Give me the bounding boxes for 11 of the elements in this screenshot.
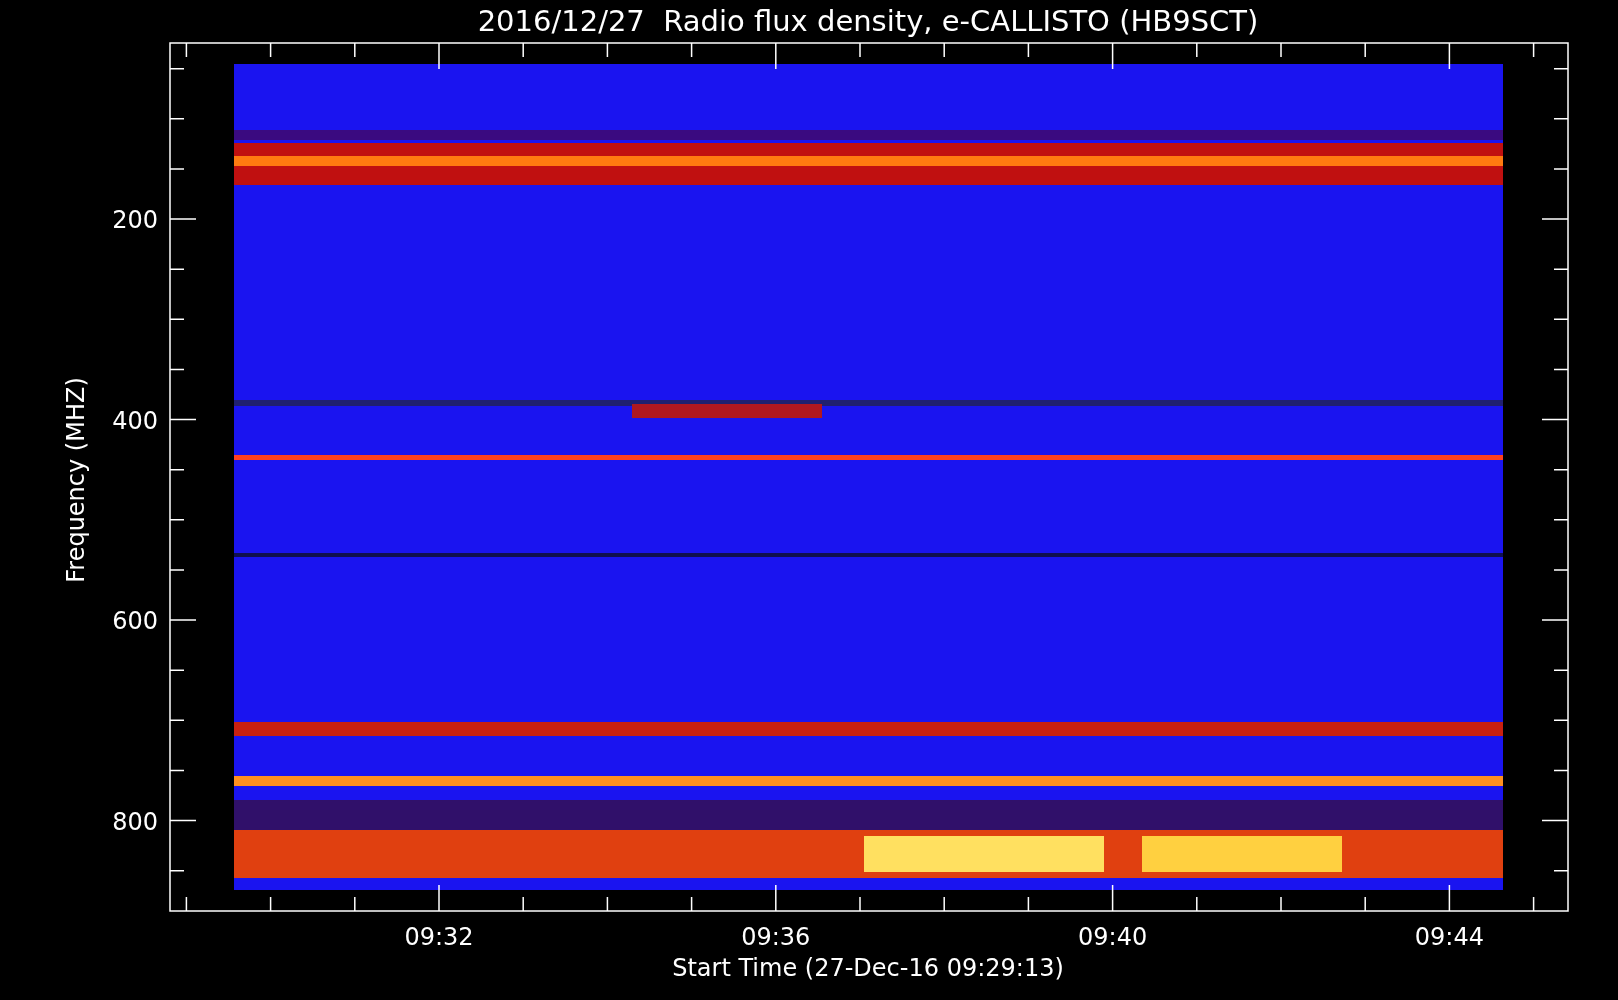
- axis-tick-label: 600: [112, 607, 158, 635]
- axis-tick-label: 09:40: [1078, 923, 1148, 951]
- axis-tick-label: 800: [112, 807, 158, 836]
- axis-title: Start Time (27-Dec-16 09:29:13): [672, 954, 1064, 982]
- axis-tick-label: 09:44: [1414, 923, 1484, 951]
- axis-tick-label: 200: [112, 206, 158, 234]
- chart-title: 2016/12/27 Radio flux density, e-CALLISTO (HB9SCT): [477, 4, 1259, 38]
- axis-title: Frequency (MHZ): [62, 377, 90, 583]
- axis-tick-label: 09:36: [741, 923, 811, 951]
- axis-tick-label: 09:32: [404, 923, 474, 951]
- axis-tick-label: 400: [112, 406, 158, 435]
